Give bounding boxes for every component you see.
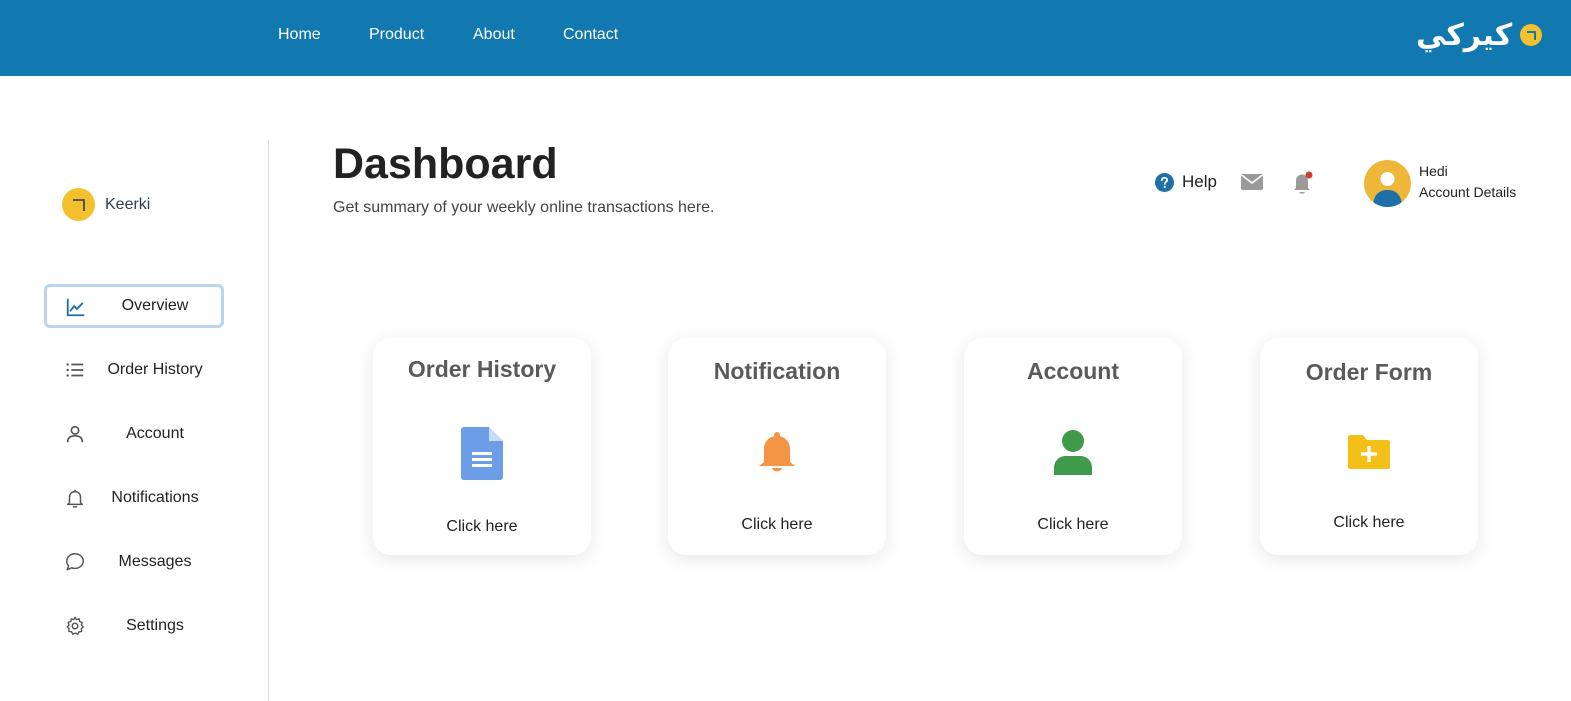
bell-icon xyxy=(66,489,84,508)
bell-icon xyxy=(759,432,795,472)
sidebar-logo-icon xyxy=(62,188,95,221)
card-notification[interactable]: Notification Click here xyxy=(668,338,886,555)
chart-line-icon xyxy=(66,298,85,317)
help-label: Help xyxy=(1182,172,1217,191)
sidebar-item-label: Notifications xyxy=(111,489,199,506)
nav-product-link[interactable]: Product xyxy=(369,26,424,44)
top-navbar: Home Product About Contact كيركي xyxy=(0,0,1571,76)
unread-dot xyxy=(1305,171,1313,179)
brand-logo[interactable]: كيركي xyxy=(1416,12,1543,58)
notification-bell-icon[interactable] xyxy=(1292,170,1314,196)
card-title: Account xyxy=(1027,358,1119,384)
sidebar-divider xyxy=(268,140,269,701)
nav-about-link[interactable]: About xyxy=(473,26,515,44)
mail-icon[interactable] xyxy=(1240,172,1264,192)
sidebar-item-label: Order History xyxy=(107,361,203,378)
sidebar-item-label: Settings xyxy=(126,617,184,634)
sidebar-item-label: Account xyxy=(126,425,184,442)
brand-logo-icon xyxy=(1520,24,1543,46)
card-order-form[interactable]: Order Form Click here xyxy=(1260,338,1478,555)
list-icon xyxy=(66,363,84,377)
avatar[interactable] xyxy=(1364,160,1411,207)
gear-icon xyxy=(66,616,84,635)
page-title: Dashboard xyxy=(333,140,558,188)
help-button[interactable]: Help xyxy=(1155,172,1217,192)
user-icon xyxy=(1054,430,1092,475)
user-icon xyxy=(66,425,84,443)
card-cta: Click here xyxy=(741,516,813,533)
card-cta: Click here xyxy=(1333,514,1405,531)
sidebar-item-settings[interactable]: Settings xyxy=(44,604,224,648)
nav-contact-link[interactable]: Contact xyxy=(563,26,618,44)
brand-name: كيركي xyxy=(1416,17,1513,53)
chat-icon xyxy=(66,553,84,571)
sidebar-item-messages[interactable]: Messages xyxy=(44,540,224,584)
sidebar-item-label: Overview xyxy=(121,297,189,314)
sidebar-item-notifications[interactable]: Notifications xyxy=(44,476,224,520)
document-icon xyxy=(461,427,503,480)
user-avatar-icon xyxy=(1373,172,1402,207)
sidebar-item-account[interactable]: Account xyxy=(44,412,224,456)
card-title: Order History xyxy=(407,356,557,382)
card-title: Order Form xyxy=(1305,359,1433,385)
sidebar-item-overview[interactable]: Overview xyxy=(44,284,224,328)
card-order-history[interactable]: Order History Click here xyxy=(373,338,591,555)
card-cta: Click here xyxy=(1037,516,1109,533)
page-subtitle: Get summary of your weekly online transa… xyxy=(333,199,715,216)
sidebar-logo[interactable]: Keerki xyxy=(62,188,150,221)
card-account[interactable]: Account Click here xyxy=(964,338,1182,555)
account-details-link[interactable]: Account Details xyxy=(1419,184,1516,200)
card-title: Notification xyxy=(713,358,841,384)
sidebar-item-order-history[interactable]: Order History xyxy=(44,348,224,392)
card-cta: Click here xyxy=(446,518,518,535)
user-name: Hedi xyxy=(1419,163,1448,179)
question-circle-icon xyxy=(1155,172,1174,192)
sidebar-item-label: Messages xyxy=(118,553,192,570)
nav-home-link[interactable]: Home xyxy=(278,26,321,44)
folder-plus-icon xyxy=(1348,435,1390,469)
sidebar-logo-name: Keerki xyxy=(105,195,151,213)
